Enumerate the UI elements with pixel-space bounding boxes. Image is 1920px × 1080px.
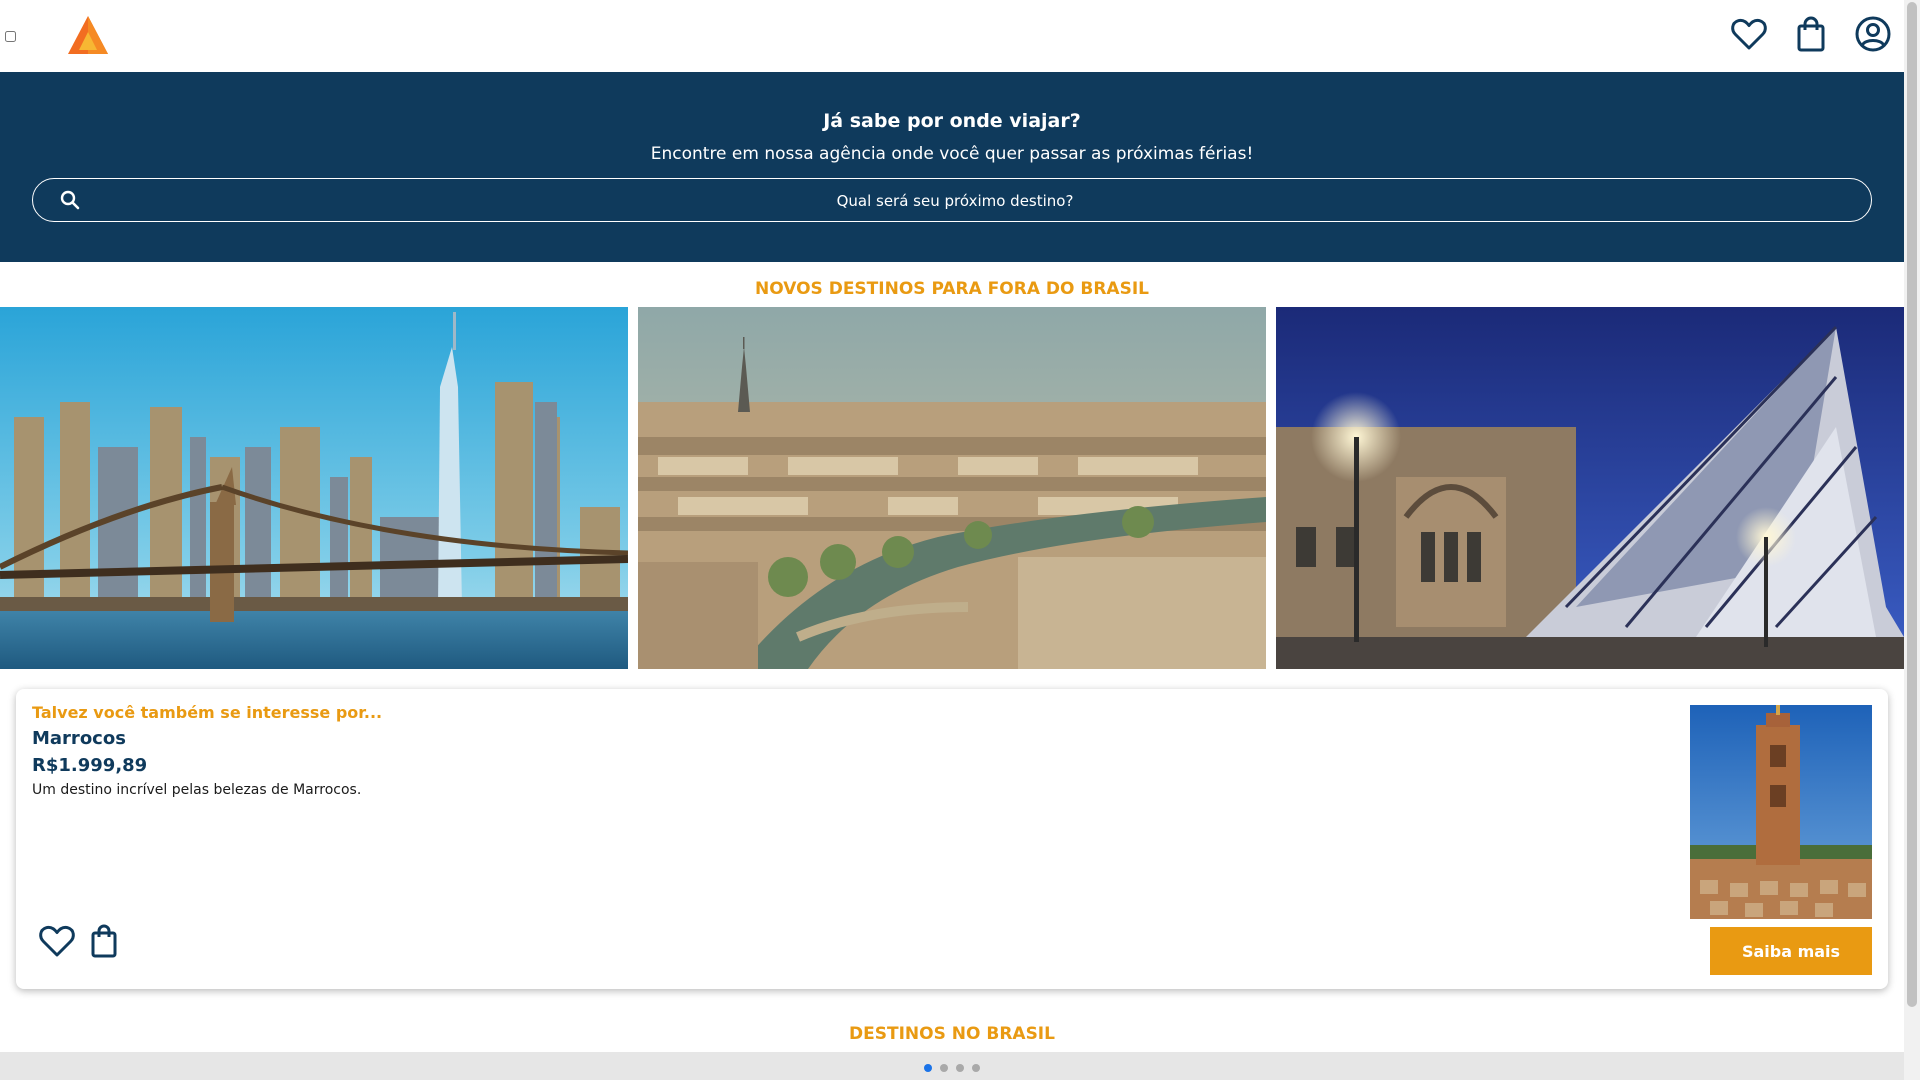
cart-bag-icon[interactable]	[1791, 14, 1831, 54]
favorites-heart-icon[interactable]	[1729, 14, 1769, 54]
hero-title: Já sabe por onde viajar?	[823, 110, 1081, 132]
carousel-dot-3[interactable]	[956, 1064, 964, 1072]
learn-more-button[interactable]: Saiba mais	[1710, 927, 1872, 975]
domestic-section-title: DESTINOS NO BRASIL	[849, 1024, 1055, 1044]
favorite-heart-icon[interactable]	[37, 921, 77, 961]
new-york-photo[interactable]	[0, 307, 628, 669]
hero-subtitle: Encontre em nossa agência onde você quer…	[650, 144, 1254, 164]
carousel-dot-2[interactable]	[940, 1064, 948, 1072]
carousel-dot-1[interactable]	[924, 1064, 932, 1072]
destination-search-input[interactable]	[93, 179, 1817, 223]
marrakech-photo	[1690, 705, 1872, 919]
page-scrollbar[interactable]	[1904, 0, 1920, 1080]
search-bar[interactable]	[32, 178, 1872, 223]
search-icon[interactable]	[59, 189, 81, 211]
carousel-dot-4[interactable]	[972, 1064, 980, 1072]
toronto-museum-photo[interactable]	[1276, 307, 1904, 669]
paris-photo[interactable]	[638, 307, 1266, 669]
carousel-strip	[0, 1052, 1904, 1080]
destination-price: R$1.999,89	[32, 755, 148, 776]
international-section-title: NOVOS DESTINOS PARA FORA DO BRASIL	[755, 279, 1149, 299]
recommendation-kicker: Talvez você também se interesse por...	[32, 703, 383, 722]
menu-toggle-checkbox[interactable]	[5, 31, 16, 42]
logo-icon[interactable]	[66, 14, 110, 56]
international-gallery	[0, 307, 1904, 669]
destination-title: Marrocos	[32, 728, 126, 749]
scrollbar-thumb[interactable]	[1907, 2, 1917, 1007]
recommendation-card: Talvez você também se interesse por... M…	[16, 689, 1888, 989]
top-navbar	[0, 0, 1904, 72]
add-to-bag-icon[interactable]	[84, 921, 124, 961]
hero-search-section: Já sabe por onde viajar? Encontre em nos…	[0, 72, 1904, 262]
destination-description: Um destino incrível pelas belezas de Mar…	[32, 782, 362, 798]
user-account-icon[interactable]	[1853, 14, 1893, 54]
